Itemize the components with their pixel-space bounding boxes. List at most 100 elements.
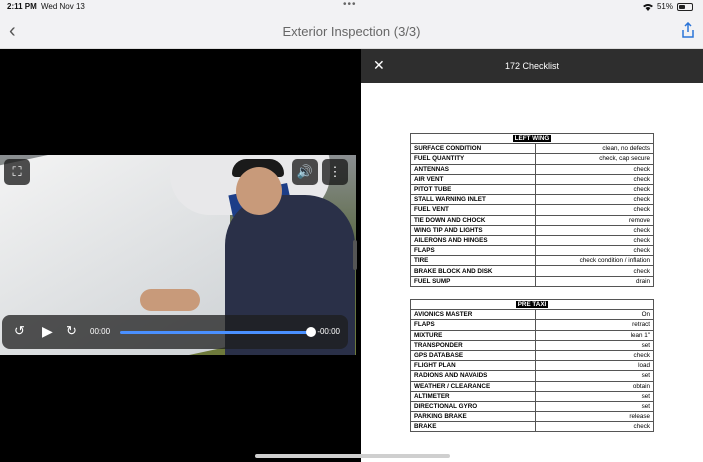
checklist-action: check xyxy=(535,194,654,206)
checklist-action: check xyxy=(535,421,654,433)
checklist-item: WING TIP AND LIGHTS xyxy=(410,224,536,236)
checklist-action: check xyxy=(535,173,654,185)
checklist-row: AVIONICS MASTER On xyxy=(410,309,654,321)
checklist-action: retract xyxy=(535,319,654,331)
checklist-row: ALTIMETER set xyxy=(410,390,654,402)
nav-bar: ‹ Exterior Inspection (3/3) xyxy=(0,14,703,49)
checklist-row: FLAPS retract xyxy=(410,319,654,331)
checklist-item: FUEL VENT xyxy=(410,204,536,216)
checklist-row: STALL WARNING INLET check xyxy=(410,194,654,206)
checklist-action: check xyxy=(535,265,654,277)
status-time: 2:11 PM xyxy=(7,2,37,11)
checklist-action: check xyxy=(535,204,654,216)
checklist-item: STALL WARNING INLET xyxy=(410,194,536,206)
checklist-item: AVIONICS MASTER xyxy=(410,309,536,321)
checklist-row: FUEL VENT check xyxy=(410,204,654,216)
checklist-item: BRAKE BLOCK AND DISK xyxy=(410,265,536,277)
checklist-row: PITOT TUBE check xyxy=(410,183,654,196)
page-title: Exterior Inspection (3/3) xyxy=(282,24,421,39)
checklist-item: FUEL SUMP xyxy=(410,275,536,287)
checklist-action: lean 1" xyxy=(535,329,654,341)
checklist-item: FLIGHT PLAN xyxy=(410,360,536,372)
battery-percent: 51% xyxy=(656,2,673,11)
checklist-item: PITOT TUBE xyxy=(410,183,536,196)
checklist-row: PARKING BRAKE release xyxy=(410,411,654,423)
remaining-time: -00:00 xyxy=(317,327,340,336)
checklist-item: ALTIMETER xyxy=(410,390,536,402)
checklist-item: SURFACE CONDITION xyxy=(410,143,536,155)
checklist-action: set xyxy=(535,370,654,382)
checklist-action: check xyxy=(535,234,654,247)
checklist-row: FLIGHT PLAN load xyxy=(410,360,654,372)
checklist-row: AIR VENT check xyxy=(410,173,654,185)
checklist-item: DIRECTIONAL GYRO xyxy=(410,400,536,413)
checklist-row: FLAPS check xyxy=(410,245,654,257)
checklist-row: TIRE check condition / inflation xyxy=(410,255,654,267)
checklist-action: check condition / inflation xyxy=(535,255,654,267)
checklist-item: MIXTURE xyxy=(410,329,536,341)
checklist-row: DIRECTIONAL GYRO set xyxy=(410,400,654,413)
battery-icon xyxy=(677,2,693,11)
checklist-row: BRAKE BLOCK AND DISK check xyxy=(410,265,654,277)
video-panel: ⛶ 🔊 ⋮ ↺ ▶ ↻ 00:00 -00:00 xyxy=(0,49,356,462)
checklist-action: load xyxy=(535,360,654,372)
checklist-action: check xyxy=(535,224,654,236)
share-icon[interactable] xyxy=(681,22,695,38)
checklist-action: set xyxy=(535,339,654,351)
checklist-item: ANTENNAS xyxy=(410,163,536,175)
multitasking-dots-icon[interactable]: ••• xyxy=(343,0,357,10)
checklist-row: GPS DATABASE check xyxy=(410,349,654,362)
checklist-row: TIE DOWN AND CHOCK remove xyxy=(410,214,654,226)
checklist-action: remove xyxy=(535,214,654,226)
checklist-item: GPS DATABASE xyxy=(410,349,536,362)
checklist-item: AIR VENT xyxy=(410,173,536,185)
checklist-action: obtain xyxy=(535,380,654,392)
play-icon[interactable]: ▶ xyxy=(42,323,53,340)
progress-bar[interactable] xyxy=(120,331,310,334)
fullscreen-icon[interactable]: ⛶ xyxy=(4,159,30,185)
checklist-row: FUEL SUMP drain xyxy=(410,275,654,287)
checklist-table-left-wing: LEFT WING SURFACE CONDITION clean, no def… xyxy=(410,132,654,287)
checklist-action: check xyxy=(535,349,654,362)
checklist-action: check, cap secure xyxy=(535,153,654,165)
checklist-row: MIXTURE lean 1" xyxy=(410,329,654,341)
checklist-row: AILERONS AND HINGES check xyxy=(410,234,654,247)
document-panel: ✕ 172 Checklist LEFT WING SURFACE CONDIT… xyxy=(361,49,703,462)
checklist-row: SURFACE CONDITION clean, no defects xyxy=(410,143,654,155)
checklist-item: FLAPS xyxy=(410,319,536,331)
progress-knob[interactable] xyxy=(306,327,316,337)
section-header: PRE TAXI xyxy=(410,298,654,311)
checklist-row: FUEL QUANTITY check, cap secure xyxy=(410,153,654,165)
checklist-action: check xyxy=(535,183,654,196)
checklist-action: On xyxy=(535,309,654,321)
elapsed-time: 00:00 xyxy=(90,327,111,336)
checklist-action: set xyxy=(535,390,654,402)
checklist-item: PARKING BRAKE xyxy=(410,411,536,423)
checklist-row: WING TIP AND LIGHTS check xyxy=(410,224,654,236)
more-options-icon[interactable]: ⋮ xyxy=(322,159,348,185)
document-header: ✕ 172 Checklist xyxy=(361,49,703,83)
split-view-handle[interactable] xyxy=(353,240,357,270)
checklist-row: WEATHER / CLEARANCE obtain xyxy=(410,380,654,392)
checklist-row: TRANSPONDER set xyxy=(410,339,654,351)
document-title: 172 Checklist xyxy=(504,61,560,71)
checklist-action: clean, no defects xyxy=(535,143,654,155)
checklist-item: BRAKE xyxy=(410,421,536,433)
status-bar: 2:11 PM Wed Nov 13 ••• 51% xyxy=(0,0,703,14)
checklist-table-pre-taxi: PRE TAXI AVIONICS MASTER On FLAPS retract MI… xyxy=(410,298,654,433)
checklist-item: AILERONS AND HINGES xyxy=(410,234,536,247)
section-header: LEFT WING xyxy=(410,132,654,145)
rewind-icon[interactable]: ↺ xyxy=(14,323,25,339)
checklist-item: TRANSPONDER xyxy=(410,339,536,351)
checklist-item: FUEL QUANTITY xyxy=(410,153,536,165)
status-date: Wed Nov 13 xyxy=(41,2,85,11)
checklist-action: drain xyxy=(535,275,654,287)
checklist-action: check xyxy=(535,163,654,175)
forward-icon[interactable]: ↻ xyxy=(66,323,77,339)
checklist-row: ANTENNAS check xyxy=(410,163,654,175)
volume-icon[interactable]: 🔊 xyxy=(292,159,318,185)
checklist-row: RADIONS AND NAVAIDS set xyxy=(410,370,654,382)
checklist-row: BRAKE check xyxy=(410,421,654,433)
checklist-item: TIE DOWN AND CHOCK xyxy=(410,214,536,226)
home-indicator[interactable] xyxy=(255,454,450,458)
